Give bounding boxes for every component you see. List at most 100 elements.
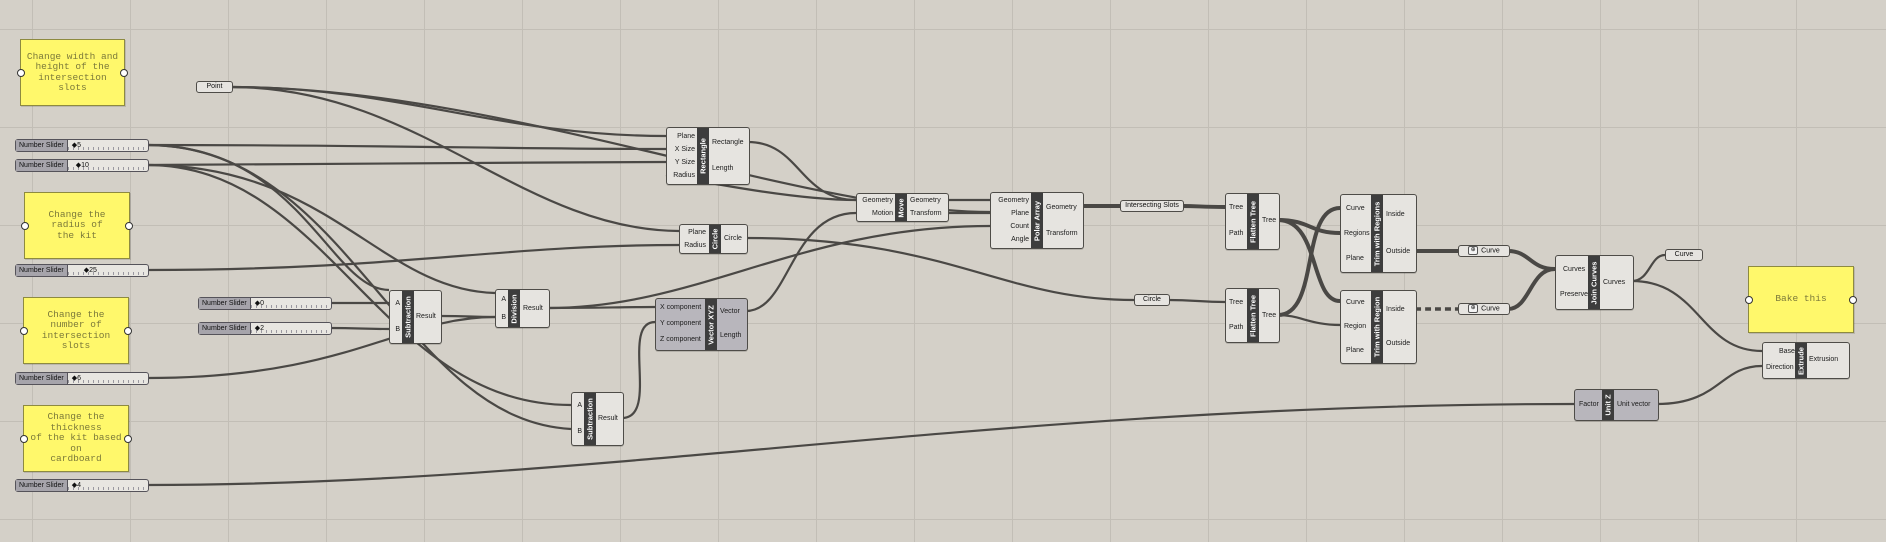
note-radius[interactable]: Change the radius of the kit (21, 192, 133, 259)
number-slider[interactable]: Number Slider ◆2 (198, 322, 332, 335)
move-component[interactable]: Geometry Motion Move Geometry Transform (856, 193, 949, 222)
output-grip[interactable] (124, 326, 132, 335)
input-plane[interactable]: Plane (682, 228, 706, 237)
slider-track[interactable]: ◆25 (67, 265, 148, 276)
input-radius[interactable]: Radius (671, 171, 695, 180)
output-grip[interactable] (120, 68, 128, 77)
slider-track[interactable]: ◆10 (67, 160, 148, 171)
number-slider[interactable]: Number Slider ◆5 (15, 139, 149, 152)
subtraction-component[interactable]: A B Subtraction Result (389, 290, 442, 344)
number-slider[interactable]: Number Slider ◆0 (198, 297, 332, 310)
output-tree[interactable]: Tree (1262, 311, 1276, 320)
trim-with-regions-component[interactable]: Curve Regions Plane Trim with Regions In… (1340, 194, 1417, 273)
curve-param[interactable]: ⊕ Curve (1458, 303, 1510, 315)
output-result[interactable]: Result (523, 304, 543, 313)
input-direction[interactable]: Direction (1766, 363, 1794, 372)
input-tree[interactable]: Tree (1229, 298, 1243, 307)
input-tree[interactable]: Tree (1229, 203, 1243, 212)
input-x-size[interactable]: X Size (671, 145, 695, 154)
join-curves-component[interactable]: Curves Preserve Join Curves Curves (1555, 255, 1634, 310)
flatten-tree-component[interactable]: Tree Path Flatten Tree Tree (1225, 288, 1280, 343)
component-title[interactable]: Rectangle (697, 128, 709, 184)
number-slider[interactable]: Number Slider ◆25 (15, 264, 149, 277)
output-curves[interactable]: Curves (1603, 278, 1625, 287)
input-b[interactable]: B (392, 325, 400, 334)
component-title[interactable]: Polar Array (1031, 193, 1043, 248)
input-grip[interactable] (17, 68, 25, 77)
curve-param[interactable]: Curve (1665, 249, 1703, 261)
input-factor[interactable]: Factor (1579, 400, 1599, 409)
input-grip[interactable] (20, 434, 28, 443)
output-length[interactable]: Length (720, 331, 741, 340)
output-grip[interactable] (124, 434, 132, 443)
circle-component[interactable]: Plane Radius Circle Circle (679, 224, 748, 254)
output-circle[interactable]: Circle (724, 234, 742, 243)
component-title[interactable]: Subtraction (584, 393, 596, 445)
input-plane[interactable]: Plane (671, 132, 695, 141)
output-geometry[interactable]: Geometry (1046, 203, 1077, 212)
input-b[interactable]: B (574, 427, 582, 436)
input-curves[interactable]: Curves (1563, 265, 1585, 274)
output-rectangle[interactable]: Rectangle (712, 138, 744, 147)
component-title[interactable]: Flatten Tree (1247, 194, 1259, 249)
input-b[interactable]: B (498, 313, 506, 322)
rectangle-component[interactable]: Plane X Size Y Size Radius Rectangle Rec… (666, 127, 750, 185)
input-motion[interactable]: Motion (859, 209, 893, 218)
input-z-component[interactable]: Z component (660, 335, 701, 344)
unit-z-component[interactable]: Factor Unit Z Unit vector (1574, 389, 1659, 421)
input-grip[interactable] (20, 326, 28, 335)
input-plane[interactable]: Plane (1346, 254, 1364, 263)
output-extrusion[interactable]: Extrusion (1809, 355, 1838, 364)
output-outside[interactable]: Outside (1386, 247, 1410, 256)
input-curve[interactable]: Curve (1346, 298, 1365, 307)
vector-xyz-component[interactable]: X component Y component Z component Vect… (655, 298, 748, 351)
intersecting-slots-param[interactable]: Intersecting Slots (1120, 200, 1184, 212)
input-y-component[interactable]: Y component (660, 319, 701, 328)
output-length[interactable]: Length (712, 164, 733, 173)
input-path[interactable]: Path (1229, 229, 1243, 238)
input-base[interactable]: Base (1779, 347, 1795, 356)
input-plane[interactable]: Plane (1346, 346, 1364, 355)
trim-with-region-component[interactable]: Curve Region Plane Trim with Region Insi… (1340, 290, 1417, 364)
component-title[interactable]: Trim with Regions (1371, 195, 1383, 272)
input-a[interactable]: A (392, 299, 400, 308)
input-a[interactable]: A (574, 401, 582, 410)
output-tree[interactable]: Tree (1262, 216, 1276, 225)
output-transform[interactable]: Transform (1046, 229, 1078, 238)
input-y-size[interactable]: Y Size (671, 158, 695, 167)
input-regions[interactable]: Regions (1344, 229, 1370, 238)
input-grip[interactable] (21, 221, 29, 230)
point-param[interactable]: Point (196, 81, 233, 93)
input-a[interactable]: A (498, 295, 506, 304)
input-radius[interactable]: Radius (682, 241, 706, 250)
number-slider[interactable]: Number Slider ◆10 (15, 159, 149, 172)
flatten-tree-component[interactable]: Tree Path Flatten Tree Tree (1225, 193, 1280, 250)
component-title[interactable]: Flatten Tree (1247, 289, 1259, 342)
input-angle[interactable]: Angle (993, 235, 1029, 244)
component-title[interactable]: Circle (709, 225, 721, 253)
output-inside[interactable]: Inside (1386, 305, 1405, 314)
input-x-component[interactable]: X component (660, 303, 701, 312)
note-thickness[interactable]: Change the thickness of the kit based on… (20, 405, 132, 472)
slider-track[interactable]: ◆2 (250, 323, 331, 334)
number-slider[interactable]: Number Slider ◆6 (15, 372, 149, 385)
slider-track[interactable]: ◆0 (250, 298, 331, 309)
extrude-component[interactable]: Base Direction Extrude Extrusion (1762, 342, 1850, 379)
curve-param[interactable]: ⊕ Curve (1458, 245, 1510, 257)
output-outside[interactable]: Outside (1386, 339, 1410, 348)
component-title[interactable]: Join Curves (1588, 256, 1600, 309)
component-title[interactable]: Extrude (1795, 343, 1807, 378)
slider-track[interactable]: ◆4 (67, 480, 148, 491)
component-title[interactable]: Move (895, 194, 907, 221)
output-result[interactable]: Result (416, 312, 436, 321)
input-geometry[interactable]: Geometry (859, 196, 893, 205)
input-region[interactable]: Region (1344, 322, 1366, 331)
input-plane[interactable]: Plane (993, 209, 1029, 218)
output-inside[interactable]: Inside (1386, 210, 1405, 219)
output-grip[interactable] (1849, 295, 1857, 304)
slider-track[interactable]: ◆6 (67, 373, 148, 384)
division-component[interactable]: A B Division Result (495, 289, 550, 328)
output-vector[interactable]: Vector (720, 307, 740, 316)
output-grip[interactable] (125, 221, 133, 230)
input-count[interactable]: Count (993, 222, 1029, 231)
